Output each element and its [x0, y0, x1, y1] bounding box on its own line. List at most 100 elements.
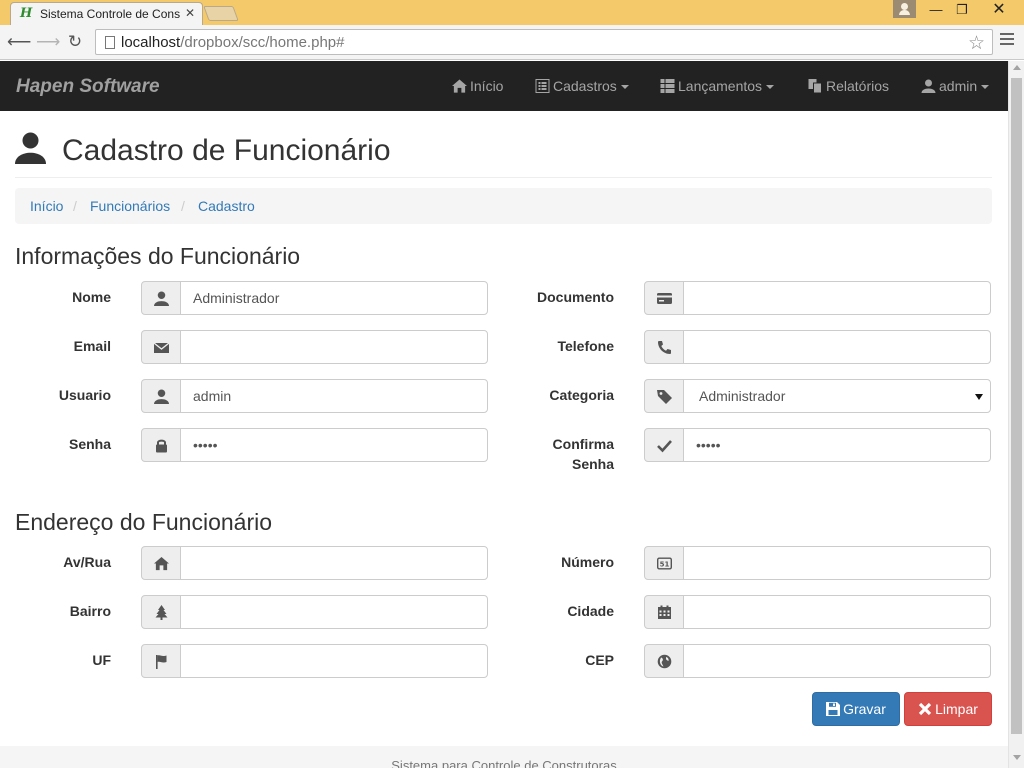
back-icon[interactable]: ⟵	[7, 32, 31, 52]
section-title-address: Endereço do Funcionário	[15, 509, 272, 535]
categoria-select[interactable]: Administrador	[683, 379, 991, 413]
footer-text: Sistema para Controle de Construtoras	[391, 758, 617, 768]
tab-close-icon[interactable]: ✕	[185, 6, 195, 20]
bookmark-star-icon[interactable]: ☆	[968, 32, 985, 55]
page-content: Hapen Software Início Cadastros Lançamen…	[0, 61, 1008, 768]
flag-icon	[141, 644, 181, 678]
forward-icon[interactable]: ⟶	[36, 32, 60, 52]
favicon-icon: H	[20, 6, 33, 21]
breadcrumb-funcionarios[interactable]: Funcionários	[90, 198, 170, 214]
categoria-input-group: Administrador	[644, 379, 991, 413]
home-icon	[452, 79, 467, 93]
telefone-input[interactable]	[683, 330, 991, 364]
browser-menu-icon[interactable]	[1000, 33, 1014, 48]
svg-text:51: 51	[660, 561, 670, 569]
confirma-senha-input-group: •••••	[644, 428, 991, 462]
limpar-button[interactable]: Limpar	[904, 692, 992, 726]
telefone-label: Telefone	[557, 338, 614, 354]
credit-card-icon	[644, 281, 684, 315]
floppy-disk-icon	[826, 702, 841, 716]
uf-input[interactable]	[180, 644, 488, 678]
browser-tab[interactable]: H Sistema Controle de Cons ✕	[10, 2, 203, 25]
brand-link[interactable]: Hapen Software	[16, 76, 160, 98]
page-icon	[105, 36, 115, 49]
tag-icon	[644, 379, 684, 413]
rua-label: Av/Rua	[63, 554, 111, 570]
gravar-button[interactable]: Gravar	[812, 692, 900, 726]
vertical-scrollbar[interactable]	[1008, 61, 1024, 768]
usuario-input-group: admin	[141, 379, 488, 413]
rua-input[interactable]	[180, 546, 488, 580]
bairro-input[interactable]	[180, 595, 488, 629]
reload-icon[interactable]: ↻	[65, 32, 85, 52]
usuario-label: Usuario	[58, 387, 111, 403]
telefone-input-group	[644, 330, 991, 364]
home-icon	[141, 546, 181, 580]
uf-label: UF	[92, 652, 111, 668]
page-title: Cadastro de Funcionário	[62, 134, 391, 167]
email-label: Email	[73, 338, 111, 354]
user-icon	[141, 379, 181, 413]
restore-icon[interactable]: ❐	[949, 0, 975, 20]
nav-inicio[interactable]: Início	[452, 78, 503, 94]
th-list-icon	[660, 79, 675, 93]
rua-input-group	[141, 546, 488, 580]
browser-titlebar: H Sistema Controle de Cons ✕ — ❐ ✕	[0, 0, 1024, 25]
cep-input-group	[644, 644, 991, 678]
nome-input-group: Administrador	[141, 281, 488, 315]
calendar-icon	[644, 595, 684, 629]
documento-input-group	[644, 281, 991, 315]
email-input-group	[141, 330, 488, 364]
envelope-icon	[141, 330, 181, 364]
caret-down-icon	[766, 85, 775, 89]
bairro-input-group	[141, 595, 488, 629]
new-tab-button[interactable]	[203, 6, 239, 21]
numero-input-group: 51	[644, 546, 991, 580]
senha-input[interactable]: •••••	[180, 428, 488, 462]
numero-label: Número	[561, 554, 614, 570]
breadcrumb-separator: /	[181, 198, 185, 214]
confirma-senha-label: Confirma Senha	[552, 436, 614, 472]
nav-cadastros[interactable]: Cadastros	[535, 78, 629, 94]
cidade-input[interactable]	[683, 595, 991, 629]
duplicate-icon	[808, 79, 822, 93]
bairro-label: Bairro	[69, 603, 111, 619]
page-footer: Sistema para Controle de Construtoras	[0, 746, 1008, 768]
url-text[interactable]: localhost/dropbox/scc/home.php#	[121, 34, 344, 51]
categoria-label: Categoria	[549, 387, 614, 403]
uf-input-group	[141, 644, 488, 678]
browser-toolbar: ⟵ ⟶ ↻ localhost/dropbox/scc/home.php# ☆	[0, 25, 1024, 60]
nav-admin[interactable]: admin	[921, 78, 990, 94]
tab-title: Sistema Controle de Cons	[40, 7, 180, 21]
window-close-icon[interactable]: ✕	[986, 0, 1012, 20]
confirma-senha-input[interactable]: •••••	[683, 428, 991, 462]
tree-icon	[141, 595, 181, 629]
profile-icon[interactable]	[893, 0, 916, 18]
remove-icon	[918, 702, 932, 716]
scroll-thumb[interactable]	[1011, 78, 1022, 734]
breadcrumb-cadastro[interactable]: Cadastro	[198, 198, 255, 214]
usuario-input[interactable]: admin	[180, 379, 488, 413]
caret-down-icon	[981, 85, 990, 89]
nome-input[interactable]: Administrador	[180, 281, 488, 315]
list-alt-icon	[535, 79, 550, 93]
scroll-down-arrow-icon[interactable]	[1013, 755, 1021, 760]
cep-label: CEP	[585, 652, 614, 668]
nav-lancamentos[interactable]: Lançamentos	[660, 78, 775, 94]
cep-input[interactable]	[683, 644, 991, 678]
nav-relatorios[interactable]: Relatórios	[808, 78, 889, 94]
minimize-icon[interactable]: —	[923, 0, 949, 20]
sound-5-1-icon: 51	[644, 546, 684, 580]
cidade-input-group	[644, 595, 991, 629]
nome-label: Nome	[72, 289, 111, 305]
ok-icon	[644, 428, 684, 462]
breadcrumb-inicio[interactable]: Início	[30, 198, 63, 214]
documento-input[interactable]	[683, 281, 991, 315]
breadcrumb-separator: /	[73, 198, 77, 214]
title-divider	[15, 177, 992, 178]
address-bar[interactable]: localhost/dropbox/scc/home.php# ☆	[95, 29, 993, 55]
numero-input[interactable]	[683, 546, 991, 580]
scroll-up-arrow-icon[interactable]	[1013, 65, 1021, 70]
caret-down-icon	[620, 85, 629, 89]
email-input[interactable]	[180, 330, 488, 364]
